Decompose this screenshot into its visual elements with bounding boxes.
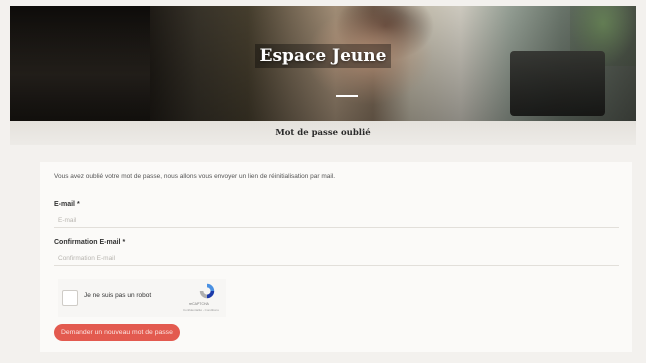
page-title-bar: Mot de passe oublié <box>10 121 636 145</box>
recaptcha-label: Je ne suis pas un robot <box>84 292 152 299</box>
hero-title: Espace Jeune <box>254 44 392 68</box>
recaptcha-widget: Je ne suis pas un robot reCAPTCHA Confid… <box>58 279 226 317</box>
form-intro-text: Vous avez oublié votre mot de passe, nou… <box>54 173 336 180</box>
recaptcha-brand: reCAPTCHA <box>189 302 209 306</box>
hero-title-wrap: Espace Jeune <box>10 44 636 68</box>
confirm-email-field[interactable] <box>54 252 619 266</box>
confirm-email-label: Confirmation E-mail * <box>54 239 126 246</box>
hero-banner: Espace Jeune <box>10 6 636 121</box>
recaptcha-terms-link[interactable]: Confidentialité - Conditions <box>183 308 219 312</box>
email-label: E-mail * <box>54 201 80 208</box>
page-title: Mot de passe oublié <box>275 128 371 138</box>
hero-divider <box>336 95 358 97</box>
recaptcha-icon <box>199 283 215 299</box>
password-reset-form: Vous avez oublié votre mot de passe, nou… <box>40 162 632 352</box>
request-new-password-button[interactable]: Demander un nouveau mot de passe <box>54 324 180 341</box>
recaptcha-checkbox[interactable] <box>62 290 78 306</box>
email-field[interactable] <box>54 214 619 228</box>
